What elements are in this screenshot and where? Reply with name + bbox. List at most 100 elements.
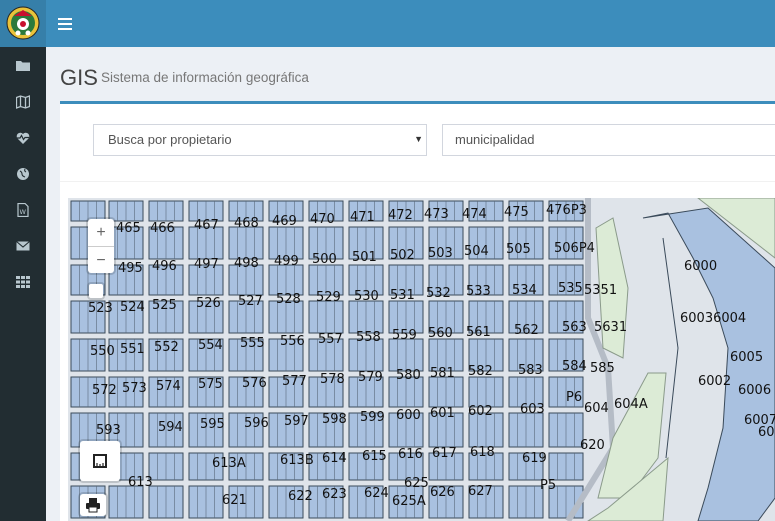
parcel-map — [68, 198, 775, 521]
parcel-label: 573 — [122, 381, 147, 396]
parcel-label: 502 — [390, 248, 415, 263]
parcel-label: 524 — [120, 300, 145, 315]
parcel-label: 582 — [468, 364, 493, 379]
sidebar-item-map[interactable] — [0, 87, 46, 117]
parcel-label: 619 — [522, 451, 547, 466]
zoom-control: + − — [88, 219, 114, 273]
parcel-label: 615 — [362, 449, 387, 464]
parcel-label: 5351 — [584, 283, 618, 298]
parcel-label: 597 — [284, 414, 309, 429]
parcel-label: 594 — [158, 420, 183, 435]
parcel-label: 468 — [234, 216, 259, 231]
parcel-label: 551 — [120, 342, 145, 357]
parcel-label: 6005 — [730, 350, 764, 365]
page-subtitle: Sistema de información geográfica — [101, 70, 309, 85]
parcel-label: 527 — [238, 294, 263, 309]
top-navbar — [0, 0, 775, 47]
parcel-label: 533 — [466, 284, 491, 299]
parcel-label: 595 — [200, 417, 225, 432]
envelope-icon — [16, 241, 30, 251]
parcel-label: 474 — [462, 207, 487, 222]
logo[interactable] — [0, 0, 46, 47]
parcel-label: 627 — [468, 484, 493, 499]
parcel-label: 526 — [196, 296, 221, 311]
parcel-label: 613A — [212, 456, 246, 471]
parcel-label: 558 — [356, 330, 381, 345]
zoom-out-button[interactable]: − — [88, 246, 114, 274]
sidebar-item-apps[interactable] — [0, 267, 46, 297]
parcel-label: 574 — [156, 379, 181, 394]
parcel-label: 620 — [580, 438, 605, 453]
parcel-label: 505 — [506, 242, 531, 257]
measure-button[interactable] — [80, 441, 120, 481]
zoom-in-button[interactable]: + — [88, 219, 114, 246]
parcel-label: 5631 — [594, 320, 628, 335]
parcel-label: P5 — [540, 478, 557, 493]
parcel-label: 6002 — [698, 374, 732, 389]
parcel-label: 525 — [152, 298, 177, 313]
parcel-label: 624 — [364, 486, 389, 501]
parcel-label: 580 — [396, 368, 421, 383]
parcel-label: 554 — [198, 338, 223, 353]
parcel-label: 614 — [322, 451, 347, 466]
parcel-label: P6 — [566, 390, 583, 405]
parcel-label: 618 — [470, 445, 495, 460]
parcel-label: 563 — [562, 320, 587, 335]
sidebar-toggle-button[interactable] — [58, 15, 72, 31]
map-icon — [16, 95, 30, 109]
parcel-label: 467 — [194, 218, 219, 233]
parcel-label: 598 — [322, 412, 347, 427]
parcel-label: 593 — [96, 423, 121, 438]
svg-text:W: W — [20, 208, 27, 216]
search-input[interactable]: municipalidad — [442, 124, 775, 156]
parcel-label: 626 — [430, 485, 455, 500]
municipal-shield-icon — [6, 6, 40, 40]
map-viewport[interactable]: 465 466 467 468 469 470 471 472 473 474 475 476P3 49… — [68, 198, 775, 521]
parcel-label: 498 — [234, 256, 259, 271]
parcel-label: 499 — [274, 254, 299, 269]
parcel-label: 625 — [404, 476, 429, 491]
parcel-label: 601 — [430, 406, 455, 421]
parcel-label: 583 — [518, 363, 543, 378]
parcel-label: 532 — [426, 286, 451, 301]
sidebar-item-mail[interactable] — [0, 231, 46, 261]
ruler-icon — [93, 454, 107, 468]
parcel-label: 475 — [504, 205, 529, 220]
parcel-label: 555 — [240, 336, 265, 351]
parcel-label: 599 — [360, 410, 385, 425]
search-type-value: Busca por propietario — [108, 132, 232, 147]
parcel-label: 472 — [388, 208, 413, 223]
parcel-label: 523 — [88, 301, 113, 316]
parcel-label: 60 — [758, 425, 775, 440]
parcel-label: 6000 — [684, 259, 718, 274]
heartbeat-icon — [16, 132, 30, 144]
parcel-label: 60036004 — [680, 311, 747, 326]
parcel-label: 617 — [432, 446, 457, 461]
parcel-label: 557 — [318, 332, 343, 347]
parcel-label: 602 — [468, 404, 493, 419]
print-button[interactable] — [80, 494, 106, 516]
layer-checkbox[interactable] — [89, 284, 103, 298]
parcel-label: 625A — [392, 494, 426, 509]
printer-icon — [86, 498, 100, 513]
sidebar-item-health[interactable] — [0, 123, 46, 153]
content-header: GIS Sistema de información geográfica — [46, 47, 775, 101]
parcel-label: 575 — [198, 377, 223, 392]
parcel-label: 535 — [558, 281, 583, 296]
parcel-label: 503 — [428, 246, 453, 261]
parcel-label: 623 — [322, 487, 347, 502]
sidebar-item-folder[interactable] — [0, 51, 46, 81]
parcel-label: 529 — [316, 290, 341, 305]
sidebar: W — [0, 47, 46, 521]
parcel-label: 613B — [280, 453, 314, 468]
parcel-label: 530 — [354, 289, 379, 304]
parcel-label: 534 — [512, 283, 537, 298]
sidebar-item-globe[interactable] — [0, 159, 46, 189]
parcel-label: 469 — [272, 214, 297, 229]
search-type-select[interactable]: Busca por propietario ▼ — [93, 124, 427, 156]
parcel-label: 581 — [430, 366, 455, 381]
page-title: GIS — [60, 65, 98, 90]
parcel-label: 465 — [116, 221, 141, 236]
parcel-label: 471 — [350, 210, 375, 225]
sidebar-item-document[interactable]: W — [0, 195, 46, 225]
